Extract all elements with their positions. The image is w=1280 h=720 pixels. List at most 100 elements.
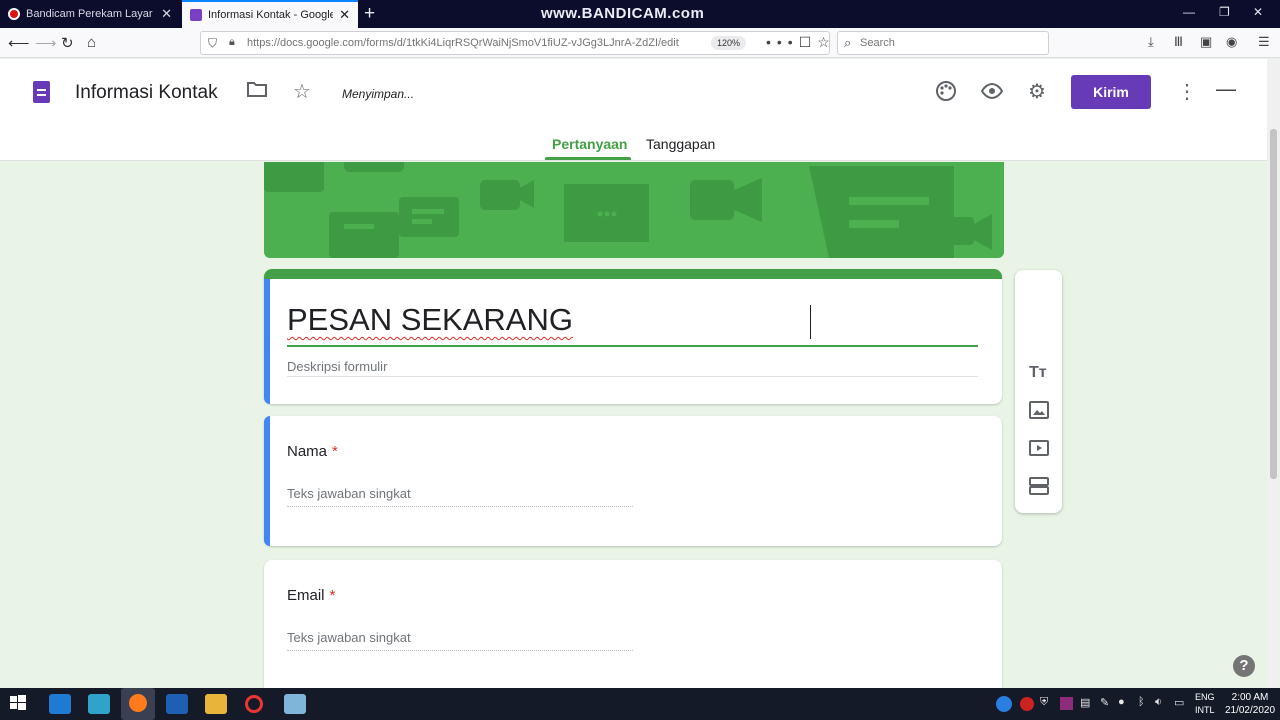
notes-icon[interactable] — [284, 694, 306, 714]
forms-favicon-icon — [190, 9, 202, 21]
firefox-icon — [129, 694, 147, 712]
account-avatar[interactable]: ▬▬▬▬ — [1216, 87, 1246, 95]
close-tab-icon[interactable]: ✕ — [161, 6, 172, 22]
star-icon[interactable]: ☆ — [293, 79, 311, 104]
answer-underline — [287, 506, 633, 507]
palette-icon-svg — [936, 81, 956, 101]
library-icon[interactable]: Ⅲ — [1174, 34, 1183, 50]
explorer-window-icon[interactable] — [166, 694, 188, 714]
download-icon[interactable]: ⤓ — [1148, 34, 1154, 50]
reload-icon[interactable]: ↻ — [61, 34, 74, 52]
section-icon[interactable] — [1029, 477, 1049, 499]
short-answer-placeholder: Teks jawaban singkat — [287, 630, 411, 645]
help-icon[interactable]: ? — [1233, 655, 1255, 677]
image-icon-svg — [1029, 401, 1049, 419]
question-title[interactable]: Email * — [287, 587, 335, 604]
url-text[interactable]: https://docs.google.com/forms/d/1tkKi4Li… — [247, 37, 697, 49]
search-box[interactable]: ⌕ — [837, 31, 1049, 55]
network-icon[interactable]: ▭ — [1174, 696, 1184, 709]
file-explorer-icon[interactable] — [205, 694, 227, 714]
question-title[interactable]: Nama * — [287, 443, 338, 460]
bandicam-watermark: www.BANDICAM.com — [541, 5, 705, 22]
send-button[interactable]: Kirim — [1071, 75, 1151, 109]
eye-icon-svg — [980, 82, 1004, 100]
home-icon[interactable]: ⌂ — [87, 34, 96, 51]
account-icon[interactable]: ◉ — [1226, 34, 1237, 50]
banner-pattern-svg — [264, 162, 992, 258]
title-text-icon[interactable]: Tт — [1029, 364, 1047, 382]
tab-title: Bandicam Perekam Layar - Apl — [26, 8, 155, 20]
document-title[interactable]: Informasi Kontak — [75, 82, 218, 104]
browser-tab-forms[interactable]: Informasi Kontak - Google Forms ✕ — [182, 0, 358, 28]
lock-icon[interactable]: 🔒︎ — [229, 36, 235, 49]
question-card-email[interactable]: Email * Teks jawaban singkat — [264, 560, 1002, 700]
text-cursor — [810, 305, 811, 339]
volume-icon[interactable]: 🔉︎ — [1155, 696, 1162, 709]
page-actions-icon[interactable]: •••☐☆ — [766, 34, 836, 51]
browser-tab-bandicam[interactable]: Bandicam Perekam Layar - Apl ✕ — [0, 0, 180, 28]
search-input[interactable] — [860, 34, 1040, 52]
lang-line: INTL — [1195, 705, 1215, 715]
sidebar-icon[interactable]: ▣ — [1200, 34, 1212, 50]
tray-icon[interactable]: ● — [1118, 696, 1125, 708]
gear-icon[interactable]: ⚙ — [1028, 79, 1046, 104]
tab-title: Informasi Kontak - Google Forms — [208, 9, 334, 21]
windows-taskbar: ⛨ ▤ ✎ ● ᛒ 🔉︎ ▭ ENG INTL 2:00 AM 21/02/2020 — [0, 688, 1280, 720]
bluetooth-icon[interactable]: ᛒ — [1138, 696, 1145, 708]
vscode-icon[interactable] — [49, 694, 71, 714]
video-icon[interactable] — [1029, 439, 1049, 461]
required-marker: * — [329, 587, 336, 604]
forward-icon[interactable]: ⟶ — [35, 34, 57, 52]
bandicam-record-icon[interactable] — [245, 695, 263, 713]
clock-time: 2:00 AM — [1231, 692, 1269, 703]
clock-date: 21/02/2020 — [1224, 705, 1276, 716]
question-card-nama[interactable]: Nama * Teks jawaban singkat — [264, 416, 1002, 546]
answer-underline — [287, 650, 633, 651]
close-tab-icon[interactable]: ✕ — [339, 7, 350, 23]
page-scrollbar[interactable] — [1267, 59, 1280, 688]
eye-icon[interactable] — [980, 80, 1004, 108]
minimize-icon[interactable]: — — [1183, 5, 1195, 19]
form-title-card[interactable]: PESAN SEKARANG Deskripsi formulir — [264, 269, 1002, 404]
windows-start-icon[interactable] — [9, 694, 31, 714]
question-label: Nama — [287, 443, 328, 460]
onenote-tray-icon[interactable] — [1060, 697, 1073, 710]
folder-icon-svg — [247, 82, 267, 97]
app-icon[interactable] — [88, 694, 110, 714]
back-icon[interactable]: ⟵ — [8, 34, 30, 52]
taskbar-clock[interactable]: 2:00 AM 21/02/2020 — [1222, 691, 1278, 717]
zoom-badge[interactable]: 120% — [711, 36, 747, 50]
language-indicator[interactable]: ENG INTL — [1195, 691, 1215, 717]
form-description-input[interactable]: Deskripsi formulir — [287, 359, 387, 374]
active-tab-indicator — [545, 157, 631, 160]
tray-icon[interactable]: ⛨ — [1040, 696, 1048, 709]
firefox-taskbar-item[interactable] — [121, 688, 155, 720]
tray-icon[interactable]: ▤ — [1080, 696, 1090, 709]
focus-indicator — [264, 279, 270, 404]
tab-pertanyaan[interactable]: Pertanyaan — [552, 136, 627, 152]
google-forms-logo-icon[interactable] — [33, 81, 50, 103]
more-vert-icon[interactable]: ⋮ — [1177, 79, 1197, 104]
video-icon-svg — [1029, 440, 1049, 456]
window-close-icon[interactable]: ✕ — [1253, 5, 1263, 19]
record-tray-icon[interactable] — [1020, 697, 1034, 711]
form-title-input[interactable]: PESAN SEKARANG — [287, 302, 573, 338]
shield-icon[interactable]: ⛉ — [208, 36, 217, 51]
help-tray-icon[interactable] — [996, 696, 1012, 712]
palette-icon[interactable] — [935, 80, 957, 108]
floating-toolbar: Tт — [1015, 270, 1062, 513]
new-tab-button[interactable]: + — [364, 3, 375, 25]
save-status: Menyimpan... — [342, 87, 415, 101]
restore-icon[interactable]: ❐ — [1219, 5, 1230, 19]
short-answer-placeholder: Teks jawaban singkat — [287, 486, 411, 501]
question-label: Email — [287, 587, 325, 604]
image-icon[interactable] — [1029, 401, 1049, 423]
folder-icon[interactable] — [247, 80, 267, 104]
menu-icon[interactable]: ☰ — [1258, 34, 1270, 50]
url-bar[interactable]: ⛉ 🔒︎ https://docs.google.com/forms/d/1tk… — [200, 31, 830, 55]
focus-indicator — [264, 416, 270, 546]
tray-icon[interactable]: ✎ — [1100, 696, 1109, 709]
tab-tanggapan[interactable]: Tanggapan — [646, 136, 715, 152]
header-banner-image — [264, 162, 1004, 258]
scrollbar-thumb[interactable] — [1270, 129, 1277, 479]
